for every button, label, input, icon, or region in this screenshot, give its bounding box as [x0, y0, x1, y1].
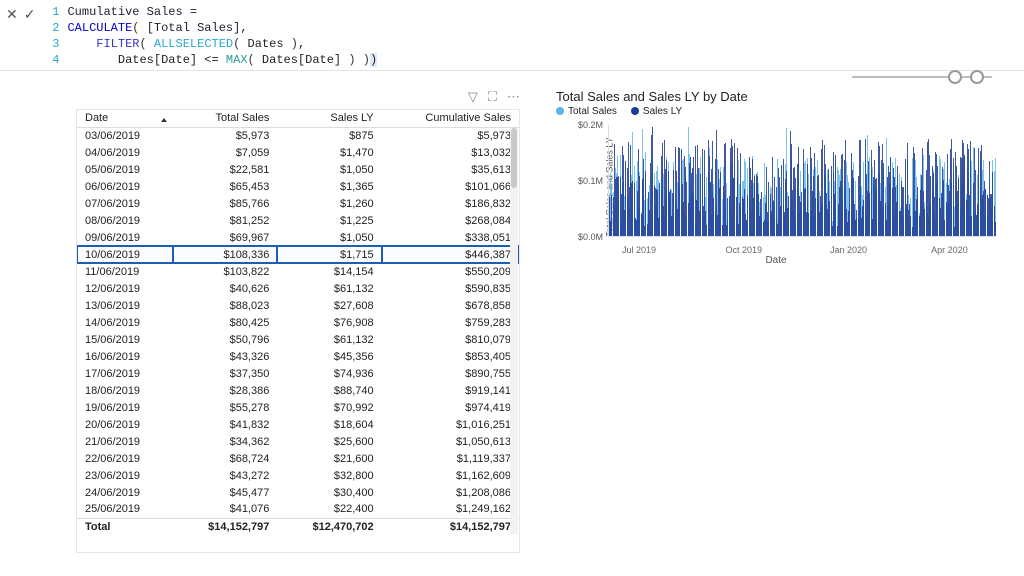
table-row[interactable]: 04/06/2019$7,059$1,470$13,032	[77, 144, 519, 161]
table-row[interactable]: 14/06/2019$80,425$76,908$759,283	[77, 314, 519, 331]
table-row[interactable]: 24/06/2019$45,477$30,400$1,208,086	[77, 484, 519, 501]
table-row[interactable]: 16/06/2019$43,326$45,356$853,405	[77, 348, 519, 365]
formula-bar: ✕ ✓ 1Cumulative Sales =2CALCULATE( [Tota…	[0, 0, 1024, 71]
data-table: DateTotal SalesSales LYCumulative Sales …	[77, 110, 519, 535]
table-row[interactable]: 13/06/2019$88,023$27,608$678,858	[77, 297, 519, 314]
commit-icon[interactable]: ✓	[24, 6, 36, 23]
table-row[interactable]: 12/06/2019$40,626$61,132$590,835	[77, 280, 519, 297]
table-row[interactable]: 25/06/2019$41,076$22,400$1,249,162	[77, 501, 519, 518]
column-header[interactable]: Sales LY	[277, 110, 381, 127]
y-tick: $0.2M	[578, 120, 603, 130]
filter-icon[interactable]: ▽	[468, 89, 478, 105]
x-axis-label: Date	[556, 255, 996, 266]
x-tick: Oct 2019	[726, 245, 763, 255]
resize-handle-br[interactable]	[511, 544, 520, 553]
column-header[interactable]: Cumulative Sales	[382, 110, 519, 127]
more-options-icon[interactable]: ⋯	[507, 89, 520, 105]
table-row[interactable]: 18/06/2019$28,386$88,740$919,141	[77, 382, 519, 399]
column-header[interactable]: Total Sales	[173, 110, 277, 127]
chart-visual[interactable]: Total Sales and Sales LY by Date Total S…	[556, 89, 996, 266]
legend-item[interactable]: Sales LY	[631, 106, 682, 117]
table-row[interactable]: 09/06/2019$69,967$1,050$338,051	[77, 229, 519, 246]
table-row[interactable]: 03/06/2019$5,973$875$5,973	[77, 127, 519, 144]
table-row[interactable]: 17/06/2019$37,350$74,936$890,755	[77, 365, 519, 382]
x-tick: Jul 2019	[622, 245, 656, 255]
y-tick: $0.0M	[578, 232, 603, 242]
column-header[interactable]: Date	[77, 110, 173, 127]
table-row[interactable]: 05/06/2019$22,581$1,050$35,613	[77, 161, 519, 178]
y-tick: $0.1M	[578, 176, 603, 186]
dax-editor[interactable]: 1Cumulative Sales =2CALCULATE( [Total Sa…	[45, 4, 377, 68]
legend-item[interactable]: Total Sales	[556, 106, 617, 117]
table-row[interactable]: 19/06/2019$55,278$70,992$974,419	[77, 399, 519, 416]
table-row[interactable]: 20/06/2019$41,832$18,604$1,016,251	[77, 416, 519, 433]
table-row[interactable]: 11/06/2019$103,822$14,154$550,209	[77, 263, 519, 280]
table-row[interactable]: 08/06/2019$81,252$1,225$268,084	[77, 212, 519, 229]
chart-legend: Total Sales Sales LY	[556, 106, 996, 117]
resize-handle-bl[interactable]	[76, 544, 85, 553]
table-visual[interactable]: ▽ ⛶ ⋯ DateTotal SalesSales LYCumulative …	[76, 89, 520, 553]
table-row[interactable]: 15/06/2019$50,796$61,132$810,079	[77, 331, 519, 348]
x-tick: Apr 2020	[931, 245, 968, 255]
table-row[interactable]: 10/06/2019$108,336$1,715$446,387	[77, 246, 519, 263]
chart-title: Total Sales and Sales LY by Date	[556, 89, 996, 104]
cancel-icon[interactable]: ✕	[6, 6, 18, 23]
table-scrollbar[interactable]	[510, 128, 518, 534]
table-row[interactable]: 22/06/2019$68,724$21,600$1,119,337	[77, 450, 519, 467]
table-row[interactable]: 06/06/2019$65,453$1,365$101,066	[77, 178, 519, 195]
table-row[interactable]: 23/06/2019$43,272$32,800$1,162,609	[77, 467, 519, 484]
table-row[interactable]: 07/06/2019$85,766$1,260$186,832	[77, 195, 519, 212]
table-row[interactable]: 21/06/2019$34,362$25,600$1,050,613	[77, 433, 519, 450]
focus-mode-icon[interactable]: ⛶	[488, 89, 497, 105]
x-tick: Jan 2020	[830, 245, 867, 255]
chart-plot-area[interactable]	[608, 125, 996, 237]
